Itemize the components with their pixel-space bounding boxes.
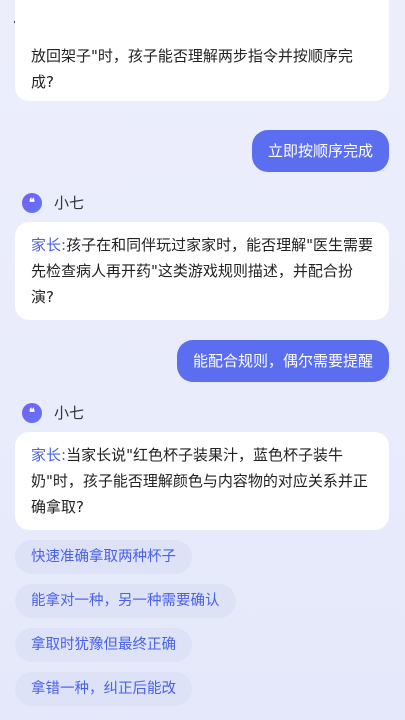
- ai-message-text: 孩子在和同伴玩过家家时，能否理解"医生需要先检查病人再开药"这类游戏规则描述，并…: [31, 236, 373, 306]
- ai-message-text: 当家长说"红色杯子装果汁，蓝色杯子装牛奶"时，孩子能否理解颜色与内容物的对应关系…: [31, 446, 368, 516]
- ai-sender-label: ❝ 小七: [22, 192, 84, 213]
- answer-option[interactable]: 快速准确拿取两种杯子: [15, 540, 192, 574]
- ai-message-text: 放回架子"时，孩子能否理解两步指令并按顺序完成?: [31, 47, 353, 91]
- speaker-label: 家长:: [31, 236, 67, 254]
- answer-option[interactable]: 拿错一种，纠正后能改: [15, 672, 192, 706]
- answer-option-label: 拿错一种，纠正后能改: [31, 681, 176, 697]
- answer-option[interactable]: 能拿对一种，另一种需要确认: [15, 584, 236, 618]
- ai-message-bubble: 放回架子"时，孩子能否理解两步指令并按顺序完成?: [15, 0, 389, 101]
- ai-sender-label: ❝ 小七: [22, 402, 84, 423]
- user-message-text: 能配合规则，偶尔需要提醒: [192, 352, 373, 370]
- user-message-text: 立即按顺序完成: [267, 142, 373, 160]
- answer-option[interactable]: 拿取时犹豫但最终正确: [15, 628, 192, 662]
- answer-option-label: 拿取时犹豫但最终正确: [31, 637, 176, 653]
- answer-option-label: 快速准确拿取两种杯子: [31, 549, 176, 565]
- ai-name: 小七: [54, 194, 85, 212]
- ai-name: 小七: [54, 404, 85, 422]
- ai-avatar-icon: ❝: [22, 192, 42, 213]
- speaker-label: 家长:: [31, 446, 67, 464]
- user-message-bubble: 立即按顺序完成: [251, 130, 389, 172]
- answer-option-label: 能拿对一种，另一种需要确认: [31, 593, 220, 609]
- ai-message-bubble: 家长:孩子在和同伴玩过家家时，能否理解"医生需要先检查病人再开药"这类游戏规则描…: [15, 222, 389, 320]
- ai-avatar-icon: ❝: [22, 402, 42, 423]
- user-message-bubble: 能配合规则，偶尔需要提醒: [176, 340, 389, 382]
- ai-message-bubble: 家长:当家长说"红色杯子装果汁，蓝色杯子装牛奶"时，孩子能否理解颜色与内容物的对…: [15, 432, 389, 530]
